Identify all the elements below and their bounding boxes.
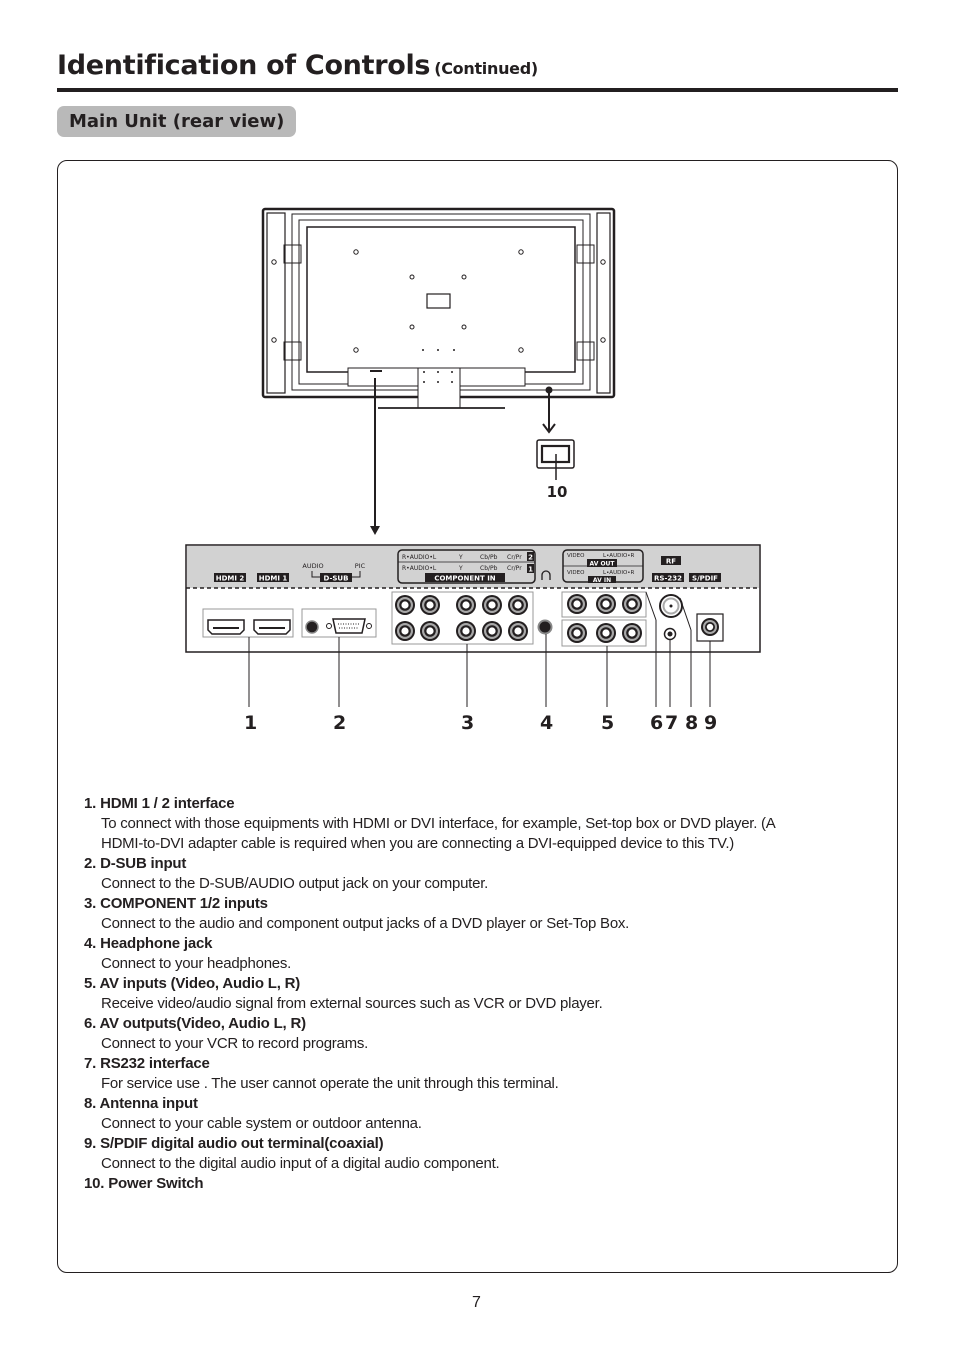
item-description: For service use . The user cannot operat… bbox=[101, 1075, 559, 1092]
rca-jack bbox=[567, 623, 587, 643]
rca-jack bbox=[622, 594, 642, 614]
label-dsub: D-SUB bbox=[324, 575, 349, 583]
terminal-panel: HDMI 2 HDMI 1 AUDIO PIC D-SUB R•AUDIO•L … bbox=[185, 544, 761, 653]
dsub-audio-jack bbox=[305, 620, 319, 634]
rca-jack bbox=[456, 595, 476, 615]
comp1-cr: Cr/Pr bbox=[507, 565, 522, 572]
rca-jack bbox=[508, 621, 528, 641]
rca-jack bbox=[622, 623, 642, 643]
callout-10: 10 bbox=[547, 483, 568, 501]
avin-video: VIDEO bbox=[567, 570, 585, 576]
callout-6: 6 bbox=[650, 712, 664, 734]
item-title: 4. Headphone jack bbox=[84, 935, 213, 952]
comp2-index: 2 bbox=[528, 554, 533, 562]
item-description: Connect to your cable system or outdoor … bbox=[101, 1115, 422, 1132]
list-item: 6. AV outputs(Video, Audio L, R) Connect … bbox=[84, 1014, 864, 1054]
list-item: 7. RS232 interface For service use . The … bbox=[84, 1054, 864, 1094]
rca-jack bbox=[395, 621, 415, 641]
rca-jack bbox=[596, 594, 616, 614]
callout-1: 1 bbox=[244, 712, 258, 734]
page-number: 7 bbox=[472, 1294, 481, 1311]
list-item: 8. Antenna input Connect to your cable sy… bbox=[84, 1094, 864, 1134]
connector-arrow bbox=[370, 378, 380, 535]
callout-9: 9 bbox=[704, 712, 718, 734]
list-item: 9. S/PDIF digital audio out terminal(coa… bbox=[84, 1134, 864, 1174]
avin-audio: L•AUDIO•R bbox=[603, 570, 635, 576]
hdmi1-port bbox=[253, 619, 291, 635]
avout-video: VIDEO bbox=[567, 553, 585, 559]
tv-rear-illustration bbox=[261, 207, 616, 409]
comp1-y: Y bbox=[458, 565, 463, 572]
rca-jack bbox=[482, 621, 502, 641]
spdif-jack bbox=[701, 618, 719, 636]
item-title: 10. Power Switch bbox=[84, 1175, 204, 1192]
comp2-audio: R•AUDIO•L bbox=[402, 554, 437, 561]
comp2-y: Y bbox=[458, 554, 463, 561]
list-item: 10. Power Switch bbox=[84, 1174, 864, 1194]
label-audio: AUDIO bbox=[302, 562, 323, 570]
label-hdmi2: HDMI 2 bbox=[216, 575, 245, 583]
rca-jack bbox=[420, 595, 440, 615]
callout-8: 8 bbox=[685, 712, 699, 734]
item-title: 9. S/PDIF digital audio out terminal(coa… bbox=[84, 1135, 384, 1152]
label-spdif: S/PDIF bbox=[692, 575, 718, 583]
list-item: 3. COMPONENT 1/2 inputs Connect to the au… bbox=[84, 894, 864, 934]
item-description: HDMI-to-DVI adapter cable is required wh… bbox=[101, 835, 735, 852]
label-av-out: AV OUT bbox=[589, 561, 615, 568]
comp1-cb: Cb/Pb bbox=[480, 565, 498, 572]
comp1-audio: R•AUDIO•L bbox=[402, 565, 437, 572]
item-title: 5. AV inputs (Video, Audio L, R) bbox=[84, 975, 301, 992]
label-rs232: RS-232 bbox=[654, 575, 682, 583]
item-description: Connect to your headphones. bbox=[101, 955, 292, 972]
callout-3: 3 bbox=[461, 712, 475, 734]
rca-jack bbox=[420, 621, 440, 641]
power-switch-callout bbox=[536, 393, 575, 480]
item-description: Connect to the audio and component outpu… bbox=[101, 915, 630, 932]
item-description: To connect with those equipments with HD… bbox=[101, 815, 776, 832]
hdmi2-port bbox=[207, 619, 245, 635]
item-description: Connect to the digital audio input of a … bbox=[101, 1155, 500, 1172]
rear-view-diagram: 10 HDMI 2 HDMI 1 AUDIO PIC D-SUB R•AUDIO… bbox=[185, 207, 761, 707]
callout-2: 2 bbox=[333, 712, 347, 734]
item-title: 7. RS232 interface bbox=[84, 1055, 210, 1072]
item-title: 8. Antenna input bbox=[84, 1095, 198, 1112]
item-description: Connect to the D-SUB/AUDIO output jack o… bbox=[101, 875, 489, 892]
callout-5: 5 bbox=[601, 712, 615, 734]
item-title: 3. COMPONENT 1/2 inputs bbox=[84, 895, 268, 912]
label-component-in: COMPONENT IN bbox=[434, 575, 495, 583]
list-item: 5. AV inputs (Video, Audio L, R) Receive … bbox=[84, 974, 864, 1014]
list-item: 4. Headphone jack Connect to your headpho… bbox=[84, 934, 864, 974]
label-av-in: AV IN bbox=[593, 577, 611, 584]
item-title: 2. D-SUB input bbox=[84, 855, 187, 872]
rca-jack bbox=[456, 621, 476, 641]
headphone-jack bbox=[537, 619, 553, 635]
rca-jack bbox=[508, 595, 528, 615]
rca-jack bbox=[395, 595, 415, 615]
item-description: Receive video/audio signal from external… bbox=[101, 995, 603, 1012]
item-title: 6. AV outputs(Video, Audio L, R) bbox=[84, 1015, 306, 1032]
label-pic: PIC bbox=[355, 562, 366, 570]
rca-jack bbox=[567, 594, 587, 614]
controls-list: 1. HDMI 1 / 2 interface To connect with t… bbox=[84, 794, 864, 1194]
comp1-index: 1 bbox=[528, 566, 533, 574]
label-hdmi1: HDMI 1 bbox=[259, 575, 288, 583]
avout-audio: L•AUDIO•R bbox=[603, 553, 635, 559]
item-title: 1. HDMI 1 / 2 interface bbox=[84, 795, 235, 812]
rca-jack bbox=[596, 623, 616, 643]
callout-4: 4 bbox=[540, 712, 554, 734]
comp2-cr: Cr/Pr bbox=[507, 554, 522, 561]
label-rf: RF bbox=[666, 558, 676, 566]
item-description: Connect to your VCR to record programs. bbox=[101, 1035, 369, 1052]
rca-jack bbox=[482, 595, 502, 615]
list-item: 1. HDMI 1 / 2 interface To connect with t… bbox=[84, 794, 864, 854]
list-item: 2. D-SUB input Connect to the D-SUB/AUDIO… bbox=[84, 854, 864, 894]
comp2-cb: Cb/Pb bbox=[480, 554, 498, 561]
callout-7: 7 bbox=[665, 712, 679, 734]
